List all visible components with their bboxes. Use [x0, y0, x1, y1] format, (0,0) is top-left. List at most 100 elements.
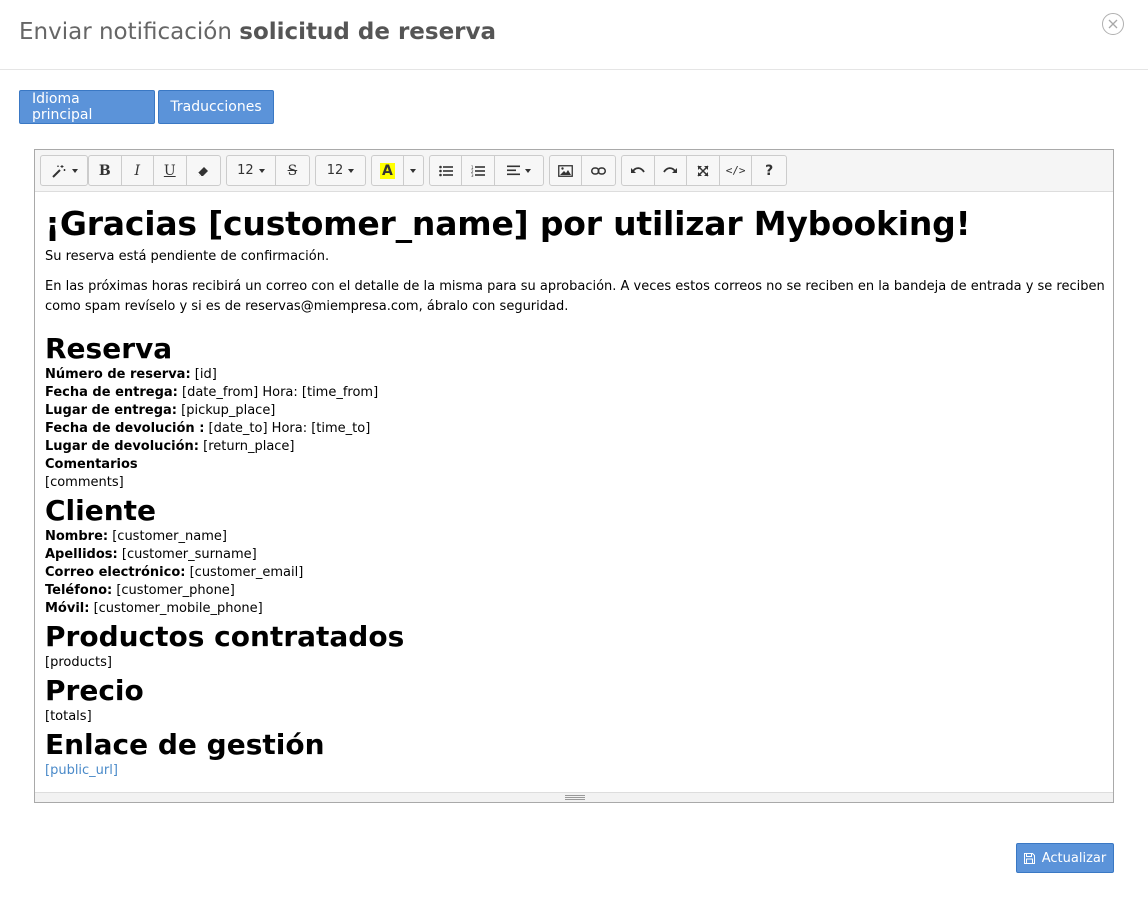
comments-label: Comentarios: [45, 456, 1105, 474]
field-label: Correo electrónico:: [45, 565, 186, 580]
section-title-reserva: Reserva: [45, 332, 173, 365]
reserva-line: Lugar de entrega: [pickup_place]: [45, 402, 1105, 420]
eraser-icon: [197, 166, 209, 176]
modal-title-strong: solicitud de reserva: [239, 19, 497, 45]
cliente-line: Correo electrónico: [customer_email]: [45, 564, 1105, 582]
field-label: Lugar de entrega:: [45, 403, 177, 418]
totals-value: [totals]: [45, 709, 92, 724]
font-style-group: B I U: [88, 155, 221, 186]
insert-link-button[interactable]: [582, 156, 615, 185]
field-value: [customer_surname]: [117, 547, 257, 562]
strikethrough-button[interactable]: S: [276, 156, 309, 185]
svg-text:3: 3: [471, 173, 474, 177]
line-height-dropdown[interactable]: 12: [316, 156, 365, 185]
content-heading: ¡Gracias [customer_name] por utilizar My…: [45, 204, 971, 243]
font-size-value: 12: [237, 163, 254, 178]
update-button[interactable]: Actualizar: [1016, 843, 1114, 873]
editor-content[interactable]: ¡Gracias [customer_name] por utilizar My…: [45, 204, 1105, 780]
chevron-down-icon: [348, 168, 355, 173]
editor-resize-handle[interactable]: [35, 792, 1113, 802]
numbered-list-icon: 123: [471, 165, 486, 177]
italic-button[interactable]: I: [122, 156, 154, 185]
products-value: [products]: [45, 655, 112, 670]
link-icon: [591, 166, 607, 175]
tab-main-language[interactable]: Idioma principal: [19, 90, 155, 124]
paragraph-group: 123: [429, 155, 544, 186]
field-label: Nombre:: [45, 529, 109, 544]
text-color-button[interactable]: A: [372, 156, 404, 185]
line-height-value: 12: [326, 163, 344, 178]
field-label: Comentarios: [45, 457, 138, 472]
status-text: Su reserva está pendiente de confirmació…: [45, 249, 330, 264]
insert-image-button[interactable]: [550, 156, 583, 185]
bullet-list-icon: [438, 165, 453, 176]
line-height-group: 12: [315, 155, 366, 186]
field-value: [customer_name]: [108, 529, 227, 544]
section-title-enlace: Enlace de gestión: [45, 728, 325, 761]
field-value: [id]: [190, 367, 217, 382]
help-button[interactable]: ?: [752, 156, 786, 185]
color-dropdown-button[interactable]: [404, 156, 423, 185]
fullscreen-button[interactable]: [687, 156, 720, 185]
view-group: </> ?: [621, 155, 787, 186]
public-url-link[interactable]: [public_url]: [45, 763, 118, 778]
field-label: Fecha de devolución :: [45, 421, 205, 436]
save-icon: [1023, 852, 1035, 864]
chevron-down-icon: [258, 168, 265, 173]
reserva-line: Número de reserva: [id]: [45, 366, 1105, 384]
language-tabs: Idioma principal Traducciones: [19, 90, 274, 124]
editor-toolbar: B I U 12 S 12 A 123 </> ?: [35, 150, 1113, 192]
fullscreen-icon: [697, 164, 709, 177]
cliente-line: Nombre: [customer_name]: [45, 528, 1105, 546]
help-icon: ?: [765, 162, 774, 179]
undo-button[interactable]: [622, 156, 655, 185]
close-icon: [1108, 19, 1118, 29]
chevron-down-icon: [410, 168, 417, 173]
color-group: A: [371, 155, 424, 186]
style-group: [40, 155, 88, 186]
reserva-line: Fecha de devolución : [date_to] Hora: [t…: [45, 420, 1105, 438]
close-button[interactable]: [1102, 13, 1124, 35]
field-value: [customer_phone]: [112, 583, 235, 598]
tab-translations[interactable]: Traducciones: [158, 90, 274, 124]
image-icon: [558, 164, 573, 177]
section-title-precio: Precio: [45, 674, 144, 707]
field-label: Apellidos:: [45, 547, 118, 562]
grip-icon: [565, 795, 585, 800]
undo-icon: [631, 166, 646, 173]
cliente-line: Apellidos: [customer_surname]: [45, 546, 1105, 564]
field-value: [date_from] Hora: [time_from]: [177, 385, 379, 400]
section-title-productos: Productos contratados: [45, 620, 405, 653]
chevron-down-icon: [524, 168, 531, 173]
field-label: Lugar de devolución:: [45, 439, 199, 454]
unordered-list-button[interactable]: [430, 156, 463, 185]
reserva-line: Lugar de devolución: [return_place]: [45, 438, 1105, 456]
field-label: Teléfono:: [45, 583, 113, 598]
rich-text-editor: B I U 12 S 12 A 123 </> ? ¡Gracias [cust…: [34, 149, 1114, 803]
modal-header: Enviar notificación solicitud de reserva: [0, 0, 1148, 70]
field-value: [customer_email]: [185, 565, 304, 580]
section-title-cliente: Cliente: [45, 494, 157, 527]
ordered-list-button[interactable]: 123: [462, 156, 495, 185]
public-url-line: [public_url]: [45, 762, 1105, 780]
reserva-line: Fecha de entrega: [date_from] Hora: [tim…: [45, 384, 1105, 402]
chevron-down-icon: [71, 168, 78, 173]
style-button[interactable]: [41, 156, 87, 185]
modal-title: Enviar notificación solicitud de reserva: [19, 19, 496, 45]
clear-format-button[interactable]: [187, 156, 220, 185]
field-value: [pickup_place]: [177, 403, 276, 418]
update-label: Actualizar: [1041, 850, 1107, 866]
field-label: Móvil:: [45, 601, 90, 616]
align-dropdown[interactable]: [495, 156, 543, 185]
field-label: Número de reserva:: [45, 367, 191, 382]
cliente-line: Teléfono: [customer_phone]: [45, 582, 1105, 600]
comments-value: [comments]: [45, 475, 124, 490]
underline-button[interactable]: U: [154, 156, 187, 185]
bold-button[interactable]: B: [89, 156, 122, 185]
code-view-button[interactable]: </>: [720, 156, 753, 185]
field-label: Fecha de entrega:: [45, 385, 178, 400]
redo-button[interactable]: [655, 156, 688, 185]
field-value: [return_place]: [199, 439, 295, 454]
font-size-dropdown[interactable]: 12: [227, 156, 276, 185]
cliente-line: Móvil: [customer_mobile_phone]: [45, 600, 1105, 618]
